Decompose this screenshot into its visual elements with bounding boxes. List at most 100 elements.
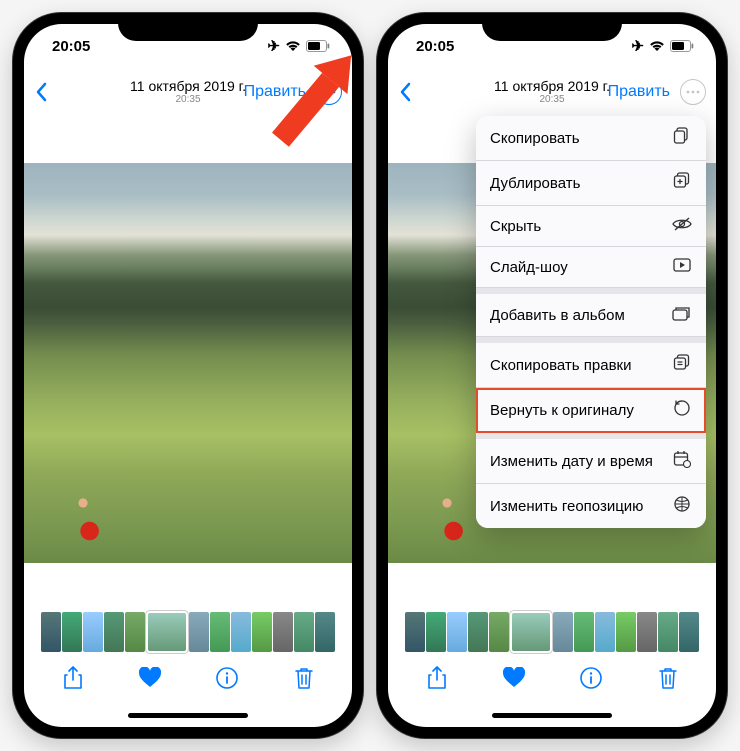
photo-date: 11 октября 2019 г.	[494, 79, 610, 94]
play-icon	[672, 258, 692, 276]
thumbnail[interactable]	[231, 612, 251, 652]
menu-revert-original[interactable]: Вернуть к оригиналу	[476, 388, 706, 433]
photo-date: 11 октября 2019 г.	[130, 79, 246, 94]
album-icon	[672, 305, 692, 325]
hide-icon	[672, 217, 692, 235]
thumbnail[interactable]	[616, 612, 636, 652]
thumbnail[interactable]	[294, 612, 314, 652]
info-icon	[580, 667, 602, 689]
info-button[interactable]	[211, 667, 243, 694]
photo-view[interactable]	[24, 116, 352, 609]
delete-button[interactable]	[652, 666, 684, 695]
menu-label: Изменить геопозицию	[490, 498, 643, 515]
thumbnail[interactable]	[104, 612, 124, 652]
screen: 20:05 ✈︎ 11 октября 2019 г. 20:35 Правит…	[388, 24, 716, 727]
thumbnail[interactable]	[273, 612, 293, 652]
menu-change-date[interactable]: Изменить дату и время	[476, 439, 706, 484]
status-time: 20:05	[52, 38, 90, 55]
thumbnail-selected[interactable]	[510, 611, 552, 653]
thumbnail[interactable]	[83, 612, 103, 652]
thumbnail-strip[interactable]	[388, 609, 716, 655]
chevron-left-icon	[34, 82, 48, 102]
trash-icon	[658, 666, 678, 690]
thumbnail[interactable]	[679, 612, 699, 652]
status-icons: ✈︎	[631, 37, 694, 55]
home-indicator[interactable]	[24, 705, 352, 727]
menu-copy[interactable]: Скопировать	[476, 116, 706, 161]
menu-label: Добавить в альбом	[490, 307, 625, 324]
info-button[interactable]	[575, 667, 607, 694]
thumbnail[interactable]	[447, 612, 467, 652]
favorite-button[interactable]	[134, 667, 166, 694]
airplane-icon: ✈︎	[631, 37, 644, 55]
revert-icon	[672, 399, 692, 421]
menu-label: Скопировать	[490, 130, 580, 147]
nav-bar: 11 октября 2019 г. 20:35 Править	[388, 68, 716, 116]
phone-left: 20:05 ✈︎ 11 октября 2019 г. 20:35 Правит…	[13, 13, 363, 738]
menu-duplicate[interactable]: Дублировать	[476, 161, 706, 206]
share-icon	[427, 666, 447, 690]
thumbnail[interactable]	[62, 612, 82, 652]
thumbnail[interactable]	[595, 612, 615, 652]
menu-change-location[interactable]: Изменить геопозицию	[476, 484, 706, 528]
menu-hide[interactable]: Скрыть	[476, 206, 706, 247]
thumbnail-selected[interactable]	[146, 611, 188, 653]
edit-button[interactable]: Править	[608, 83, 670, 101]
location-icon	[672, 495, 692, 517]
delete-button[interactable]	[288, 666, 320, 695]
menu-slideshow[interactable]: Слайд-шоу	[476, 247, 706, 288]
thumbnail[interactable]	[489, 612, 509, 652]
thumbnail[interactable]	[658, 612, 678, 652]
status-time: 20:05	[416, 38, 454, 55]
photo-time: 20:35	[494, 94, 610, 105]
thumbnail[interactable]	[405, 612, 425, 652]
battery-icon	[670, 40, 694, 52]
menu-label: Вернуть к оригиналу	[490, 402, 634, 419]
status-icons: ✈︎	[267, 37, 330, 55]
share-button[interactable]	[421, 666, 453, 695]
ellipsis-icon	[686, 90, 700, 94]
thumbnail[interactable]	[41, 612, 61, 652]
heart-icon	[138, 667, 162, 689]
info-icon	[216, 667, 238, 689]
thumbnail[interactable]	[210, 612, 230, 652]
notch	[118, 13, 258, 41]
photo-time: 20:35	[130, 94, 246, 105]
thumbnail[interactable]	[637, 612, 657, 652]
back-button[interactable]	[398, 82, 428, 102]
thumbnail[interactable]	[426, 612, 446, 652]
duplicate-icon	[672, 172, 692, 194]
wifi-icon	[649, 40, 665, 52]
thumbnail[interactable]	[125, 612, 145, 652]
favorite-button[interactable]	[498, 667, 530, 694]
thumbnail[interactable]	[553, 612, 573, 652]
nav-title: 11 октября 2019 г. 20:35	[130, 79, 246, 105]
airplane-icon: ✈︎	[267, 37, 280, 55]
share-button[interactable]	[57, 666, 89, 695]
thumbnail[interactable]	[574, 612, 594, 652]
toolbar	[388, 655, 716, 705]
thumbnail[interactable]	[189, 612, 209, 652]
menu-copy-edits[interactable]: Скопировать правки	[476, 343, 706, 388]
thumbnail-strip[interactable]	[24, 609, 352, 655]
thumbnail[interactable]	[468, 612, 488, 652]
thumbnail[interactable]	[252, 612, 272, 652]
photo-image	[24, 163, 352, 563]
home-indicator[interactable]	[388, 705, 716, 727]
menu-label: Изменить дату и время	[490, 453, 653, 470]
menu-label: Дублировать	[490, 175, 580, 192]
phone-right: 20:05 ✈︎ 11 октября 2019 г. 20:35 Правит…	[377, 13, 727, 738]
menu-label: Скрыть	[490, 218, 541, 235]
heart-icon	[502, 667, 526, 689]
context-menu: Скопировать Дублировать Скрыть Слайд-шоу	[476, 116, 706, 528]
nav-right: Править	[608, 79, 706, 105]
menu-label: Скопировать правки	[490, 357, 631, 374]
thumbnail[interactable]	[315, 612, 335, 652]
back-button[interactable]	[34, 82, 64, 102]
share-icon	[63, 666, 83, 690]
notch	[482, 13, 622, 41]
wifi-icon	[285, 40, 301, 52]
more-button[interactable]	[680, 79, 706, 105]
menu-add-to-album[interactable]: Добавить в альбом	[476, 294, 706, 337]
trash-icon	[294, 666, 314, 690]
